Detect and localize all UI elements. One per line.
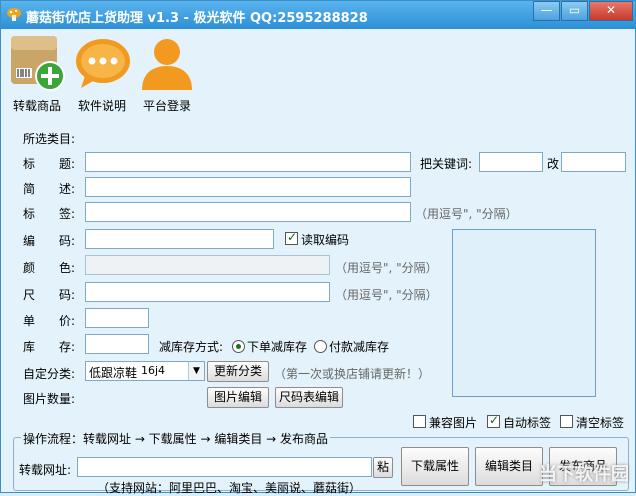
keyword-to-input[interactable] (561, 152, 626, 172)
read-code-checkbox[interactable] (285, 230, 298, 245)
compatible-image-checkbox[interactable] (413, 415, 426, 428)
image-count-label: 图片数量: (23, 392, 76, 406)
chat-bubble-icon (76, 39, 130, 88)
mushroom-app-icon (7, 8, 21, 21)
minimize-button[interactable]: — (533, 1, 560, 21)
stock-mode-pay-label: 付款减库存 (329, 340, 390, 354)
tags-label: 标 签: (23, 207, 76, 221)
clear-tag-label: 清空标签 (576, 416, 625, 430)
stock-mode-label: 减库存方式: (159, 340, 224, 354)
toolbar-reprint-product[interactable]: 转载商品 (5, 34, 69, 114)
size-input[interactable] (85, 282, 330, 302)
paste-button[interactable]: 粘 (373, 457, 393, 478)
stock-mode-order-label: 下单减库存 (247, 340, 308, 354)
category-label: 所选类目: (23, 132, 76, 146)
code-input[interactable] (85, 229, 274, 249)
replace-keyword-label: 把关键词: (420, 157, 473, 171)
custom-category-label: 自定分类: (23, 367, 76, 381)
color-label: 颜 色: (23, 261, 76, 275)
price-label: 单 价: (23, 314, 76, 328)
title-label: 标 题: (23, 157, 76, 171)
process-flow-text: 操作流程：转载网址 → 下载属性 → 编辑类目 → 发布商品 (21, 430, 331, 447)
title-bar: 蘑菇街优店上货助理 v1.3 - 极光软件 QQ:2595288828 — ▭ … (1, 1, 635, 29)
color-input[interactable] (85, 255, 330, 275)
chevron-down-icon: ▼ (188, 362, 204, 380)
keyword-from-input[interactable] (479, 152, 543, 172)
size-table-edit-button[interactable]: 尺码表编辑 (275, 387, 343, 408)
main-window: 蘑菇街优店上货助理 v1.3 - 极光软件 QQ:2595288828 — ▭ … (0, 0, 636, 495)
clear-tag-checkbox[interactable] (560, 415, 573, 428)
toolbar-label: 软件说明 (77, 99, 126, 113)
toolbar-software-guide[interactable]: 软件说明 (70, 34, 134, 114)
title-input[interactable] (85, 152, 411, 172)
compatible-image-label: 兼容图片 (429, 416, 478, 430)
user-icon (142, 39, 192, 90)
toolbar-label: 平台登录 (142, 99, 191, 113)
brief-input[interactable] (85, 177, 411, 197)
watermark: 当下软件园 (539, 464, 629, 485)
read-code-label: 读取编码 (301, 233, 350, 247)
custom-category-select[interactable]: 低跟凉鞋 16j4 ▼ (85, 361, 205, 381)
reprint-url-input[interactable] (77, 457, 372, 477)
update-category-button[interactable]: 更新分类 (207, 361, 269, 382)
tags-hint: （用逗号", "分隔） (415, 207, 518, 221)
edit-image-button[interactable]: 图片编辑 (207, 387, 269, 408)
code-label: 编 码: (23, 234, 76, 248)
edit-category-button[interactable]: 编辑类目 (475, 447, 543, 486)
toolbar-label: 转载商品 (12, 99, 61, 113)
restore-button[interactable]: ▭ (561, 1, 588, 21)
tags-input[interactable] (85, 202, 411, 222)
stock-label: 库 存: (23, 340, 76, 354)
auto-tag-checkbox[interactable] (487, 413, 500, 428)
color-hint: （用逗号", "分隔） (335, 261, 438, 275)
stock-mode-order-radio[interactable] (232, 340, 245, 353)
supported-sites-text: （支持网站：阿里巴巴、淘宝、美丽说、蘑菇街） (97, 481, 362, 495)
price-input[interactable] (85, 308, 149, 328)
toolbar-platform-login[interactable]: 平台登录 (135, 34, 199, 114)
custom-category-code: 16j4 (141, 364, 166, 377)
size-label: 尺 码: (23, 288, 76, 302)
download-attributes-button[interactable]: 下载属性 (401, 447, 469, 486)
window-title: 蘑菇街优店上货助理 v1.3 - 极光软件 QQ:2595288828 (26, 11, 368, 26)
close-button[interactable]: ✕ (589, 1, 633, 21)
custom-category-value: 低跟凉鞋 (89, 366, 138, 380)
brief-label: 简 述: (23, 182, 76, 196)
auto-tag-label: 自动标签 (503, 416, 552, 430)
reprint-url-label: 转载网址: (19, 463, 72, 477)
update-category-hint: （第一次或换店铺请更新！） (274, 367, 431, 381)
image-preview (452, 229, 596, 397)
size-hint: （用逗号", "分隔） (335, 288, 438, 302)
stock-input[interactable] (85, 334, 149, 354)
box-add-icon (11, 36, 65, 91)
stock-mode-pay-radio[interactable] (314, 340, 327, 353)
replace-with-label: 改 (547, 157, 560, 171)
